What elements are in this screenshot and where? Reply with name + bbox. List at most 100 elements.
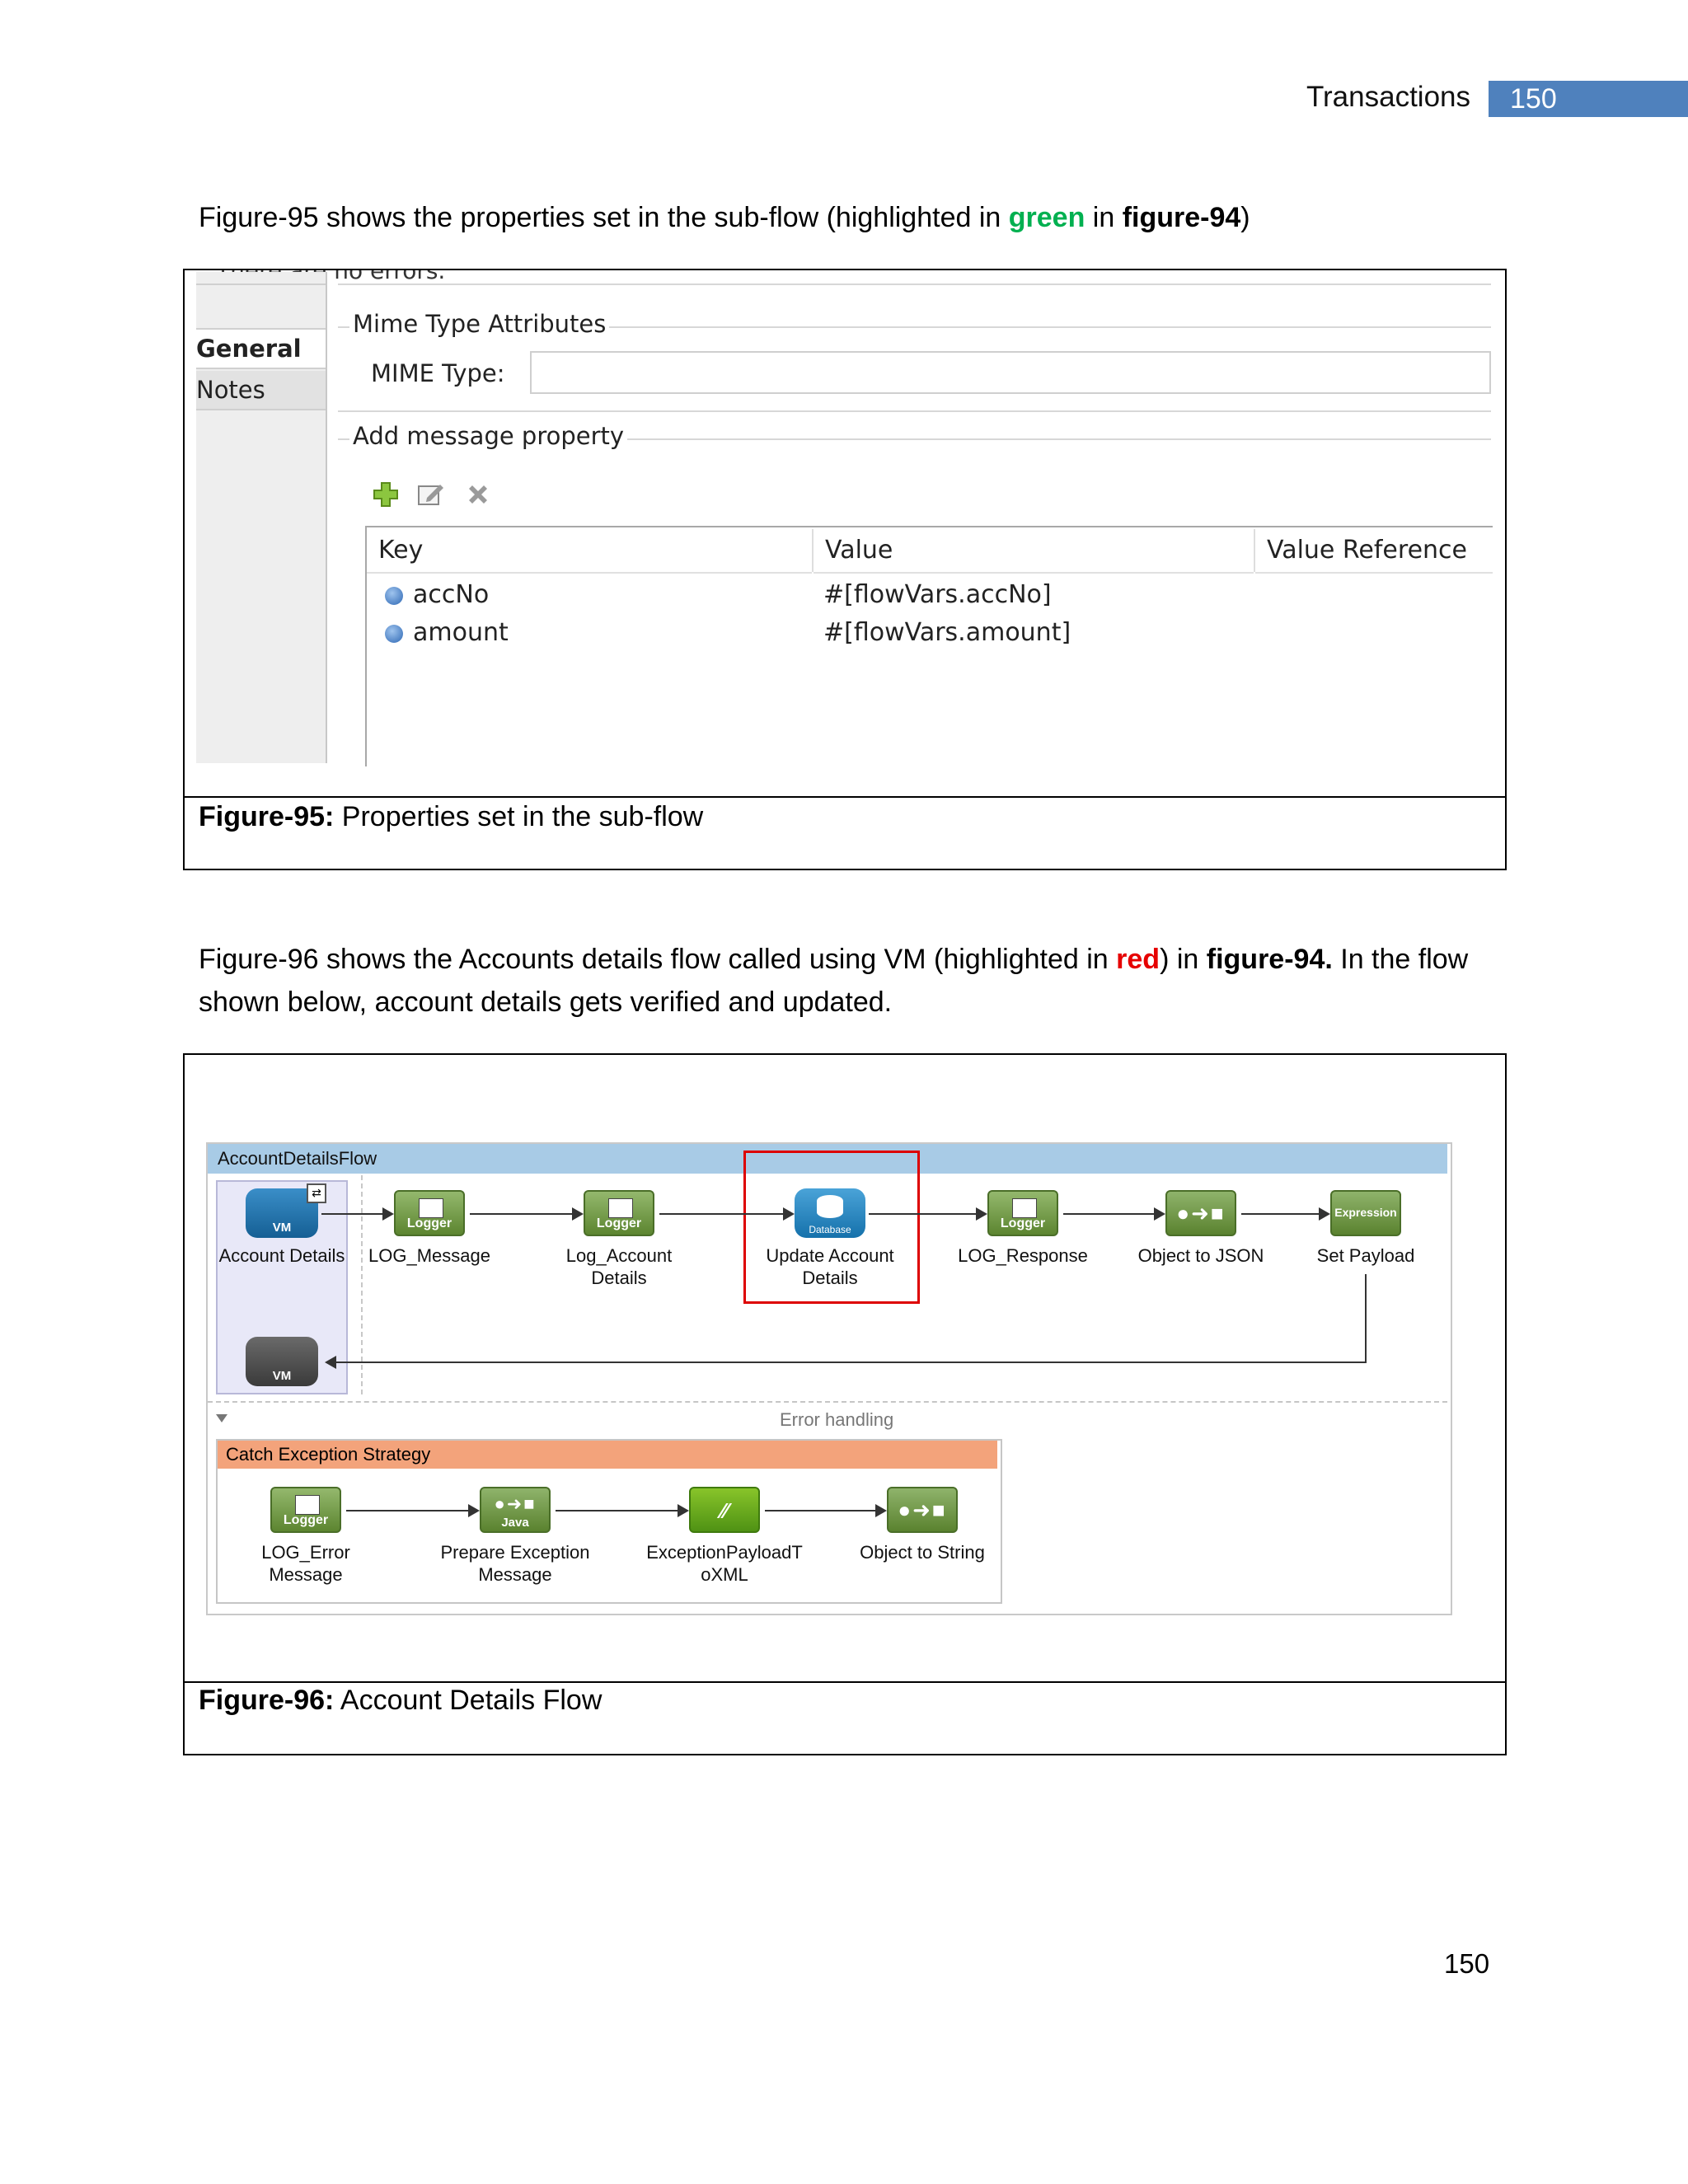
document-icon — [295, 1495, 320, 1515]
arrow-head — [468, 1504, 480, 1517]
collapse-triangle-icon[interactable] — [216, 1414, 227, 1422]
mime-type-group-label: Mime Type Attributes — [349, 310, 610, 338]
transform-icon[interactable]: ⁄⁄ — [689, 1487, 760, 1533]
arrow-head — [875, 1504, 887, 1517]
label-line: Message — [478, 1564, 552, 1585]
node-label-set-payload: Set Payload — [1316, 1245, 1415, 1266]
arrow-head — [783, 1207, 795, 1221]
object-to-string-icon[interactable]: ●➜■ — [887, 1487, 958, 1533]
node-label-account-details: Account Details — [218, 1245, 345, 1266]
return-arrow — [330, 1361, 1367, 1363]
figure-reference: figure-94 — [1122, 202, 1241, 233]
label-line: LOG_Error — [261, 1542, 350, 1563]
property-bullet-icon — [385, 587, 403, 605]
label-line: Log_Account — [565, 1245, 673, 1266]
delete-icon[interactable] — [465, 481, 491, 508]
running-header-page-number: 150 — [1489, 81, 1688, 117]
row-key[interactable]: amount — [413, 618, 509, 647]
object-to-json-icon[interactable]: ●➜■ — [1165, 1190, 1236, 1236]
label-line: Details — [591, 1268, 647, 1288]
flow-arrow — [765, 1510, 877, 1511]
node-label-prepare-exception-message: Prepare Exception Message — [429, 1541, 602, 1586]
intro-paragraph-fig96: Figure-96 shows the Accounts details flo… — [199, 938, 1490, 981]
return-line — [1365, 1274, 1367, 1363]
expression-icon[interactable]: Expression — [1330, 1190, 1401, 1236]
flow-arrow — [1241, 1213, 1320, 1215]
caption-label: Figure-95: — [199, 801, 335, 832]
row-value[interactable]: #[flowVars.accNo] — [823, 580, 1052, 609]
icon-text: Java — [501, 1516, 529, 1530]
document-icon — [419, 1198, 443, 1218]
edit-icon[interactable] — [417, 481, 445, 508]
text-run: ) — [1240, 202, 1250, 233]
icon-text: ●➜■ — [898, 1497, 947, 1522]
add-message-property-group-label: Add message property — [349, 422, 628, 450]
add-icon[interactable] — [373, 481, 399, 508]
icon-text: Logger — [1000, 1216, 1046, 1230]
icon-text: ⁄⁄ — [720, 1498, 729, 1523]
text-run: ) in — [1160, 944, 1207, 975]
flow-arrow — [869, 1213, 978, 1215]
column-header-value[interactable]: Value — [814, 527, 1254, 574]
flow-arrow — [659, 1213, 785, 1215]
running-header-section: Transactions — [1306, 81, 1470, 113]
label-line: Message — [269, 1564, 343, 1585]
flow-arrow — [1063, 1213, 1156, 1215]
icon-text: VM — [272, 1221, 292, 1235]
group-divider — [338, 410, 1491, 412]
exchange-pattern-icon: ⇄ — [307, 1183, 326, 1203]
document-icon — [1012, 1198, 1037, 1218]
row-value[interactable]: #[flowVars.amount] — [823, 618, 1071, 647]
figure-95-caption: Figure-95: Properties set in the sub-flo… — [199, 801, 703, 833]
green-highlight-word: green — [1008, 202, 1085, 233]
icon-text: Expression — [1334, 1206, 1397, 1219]
node-label-log-error-message: LOG_Error Message — [236, 1541, 376, 1586]
node-label-log-message: LOG_Message — [368, 1245, 490, 1266]
arrow-head — [325, 1356, 336, 1369]
arrow-head — [1319, 1207, 1330, 1221]
red-highlight-word: red — [1116, 944, 1160, 975]
flow-arrow — [321, 1213, 384, 1215]
node-label-exception-payload-to-xml: ExceptionPayloadT oXML — [638, 1541, 811, 1586]
text-run: Figure-96 shows the Accounts details flo… — [199, 944, 1117, 975]
logger-icon[interactable]: Logger — [987, 1190, 1058, 1236]
node-label-update-account-details: Update Account Details — [752, 1244, 908, 1289]
column-header-value-reference[interactable]: Value Reference — [1255, 527, 1493, 574]
flow-arrow — [556, 1510, 679, 1511]
flow-arrow — [470, 1213, 574, 1215]
figure-reference: figure-94. — [1206, 944, 1333, 975]
cylinder-icon — [817, 1195, 843, 1218]
error-handling-label: Error handling — [780, 1409, 894, 1430]
vm-response-icon[interactable]: VM — [246, 1337, 318, 1386]
logger-icon[interactable]: Logger — [270, 1487, 341, 1533]
intro-paragraph-fig95: Figure-95 shows the properties set in th… — [199, 196, 1250, 239]
caption-text: Properties set in the sub-flow — [334, 801, 704, 832]
icon-text: VM — [272, 1369, 292, 1383]
text-run: Figure-95 shows the properties set in th… — [199, 202, 1009, 233]
logger-icon[interactable]: Logger — [584, 1190, 654, 1236]
text-run: In the flow — [1332, 944, 1469, 975]
node-label-object-to-json: Object to JSON — [1137, 1245, 1264, 1266]
database-icon[interactable]: Database — [795, 1188, 865, 1238]
caption-label: Figure-96: — [199, 1685, 335, 1716]
label-line: oXML — [701, 1564, 748, 1585]
logger-icon[interactable]: Logger — [394, 1190, 465, 1236]
document-icon — [608, 1198, 633, 1218]
column-header-key[interactable]: Key — [367, 527, 812, 574]
icon-text: ●➜■ — [1176, 1201, 1226, 1226]
node-label-log-response: LOG_Response — [958, 1245, 1088, 1266]
figure-96-caption-divider — [183, 1681, 1507, 1683]
arrow-head — [678, 1504, 689, 1517]
label-line: Prepare Exception — [440, 1542, 590, 1563]
sidebar-divider — [196, 284, 326, 285]
mime-type-input[interactable] — [530, 351, 1491, 394]
row-key[interactable]: accNo — [413, 580, 489, 609]
message-properties-table: Key Value Value Reference accNo #[flowVa… — [365, 526, 1493, 766]
tab-general[interactable]: General — [196, 328, 326, 369]
tab-notes[interactable]: Notes — [196, 371, 326, 410]
node-label-object-to-string: Object to String — [860, 1542, 985, 1563]
icon-text: Database — [809, 1224, 851, 1235]
error-handling-divider — [208, 1401, 1447, 1403]
java-component-icon[interactable]: ●➜■ Java — [480, 1487, 551, 1533]
catch-exception-strategy-title[interactable]: Catch Exception Strategy — [218, 1441, 997, 1469]
